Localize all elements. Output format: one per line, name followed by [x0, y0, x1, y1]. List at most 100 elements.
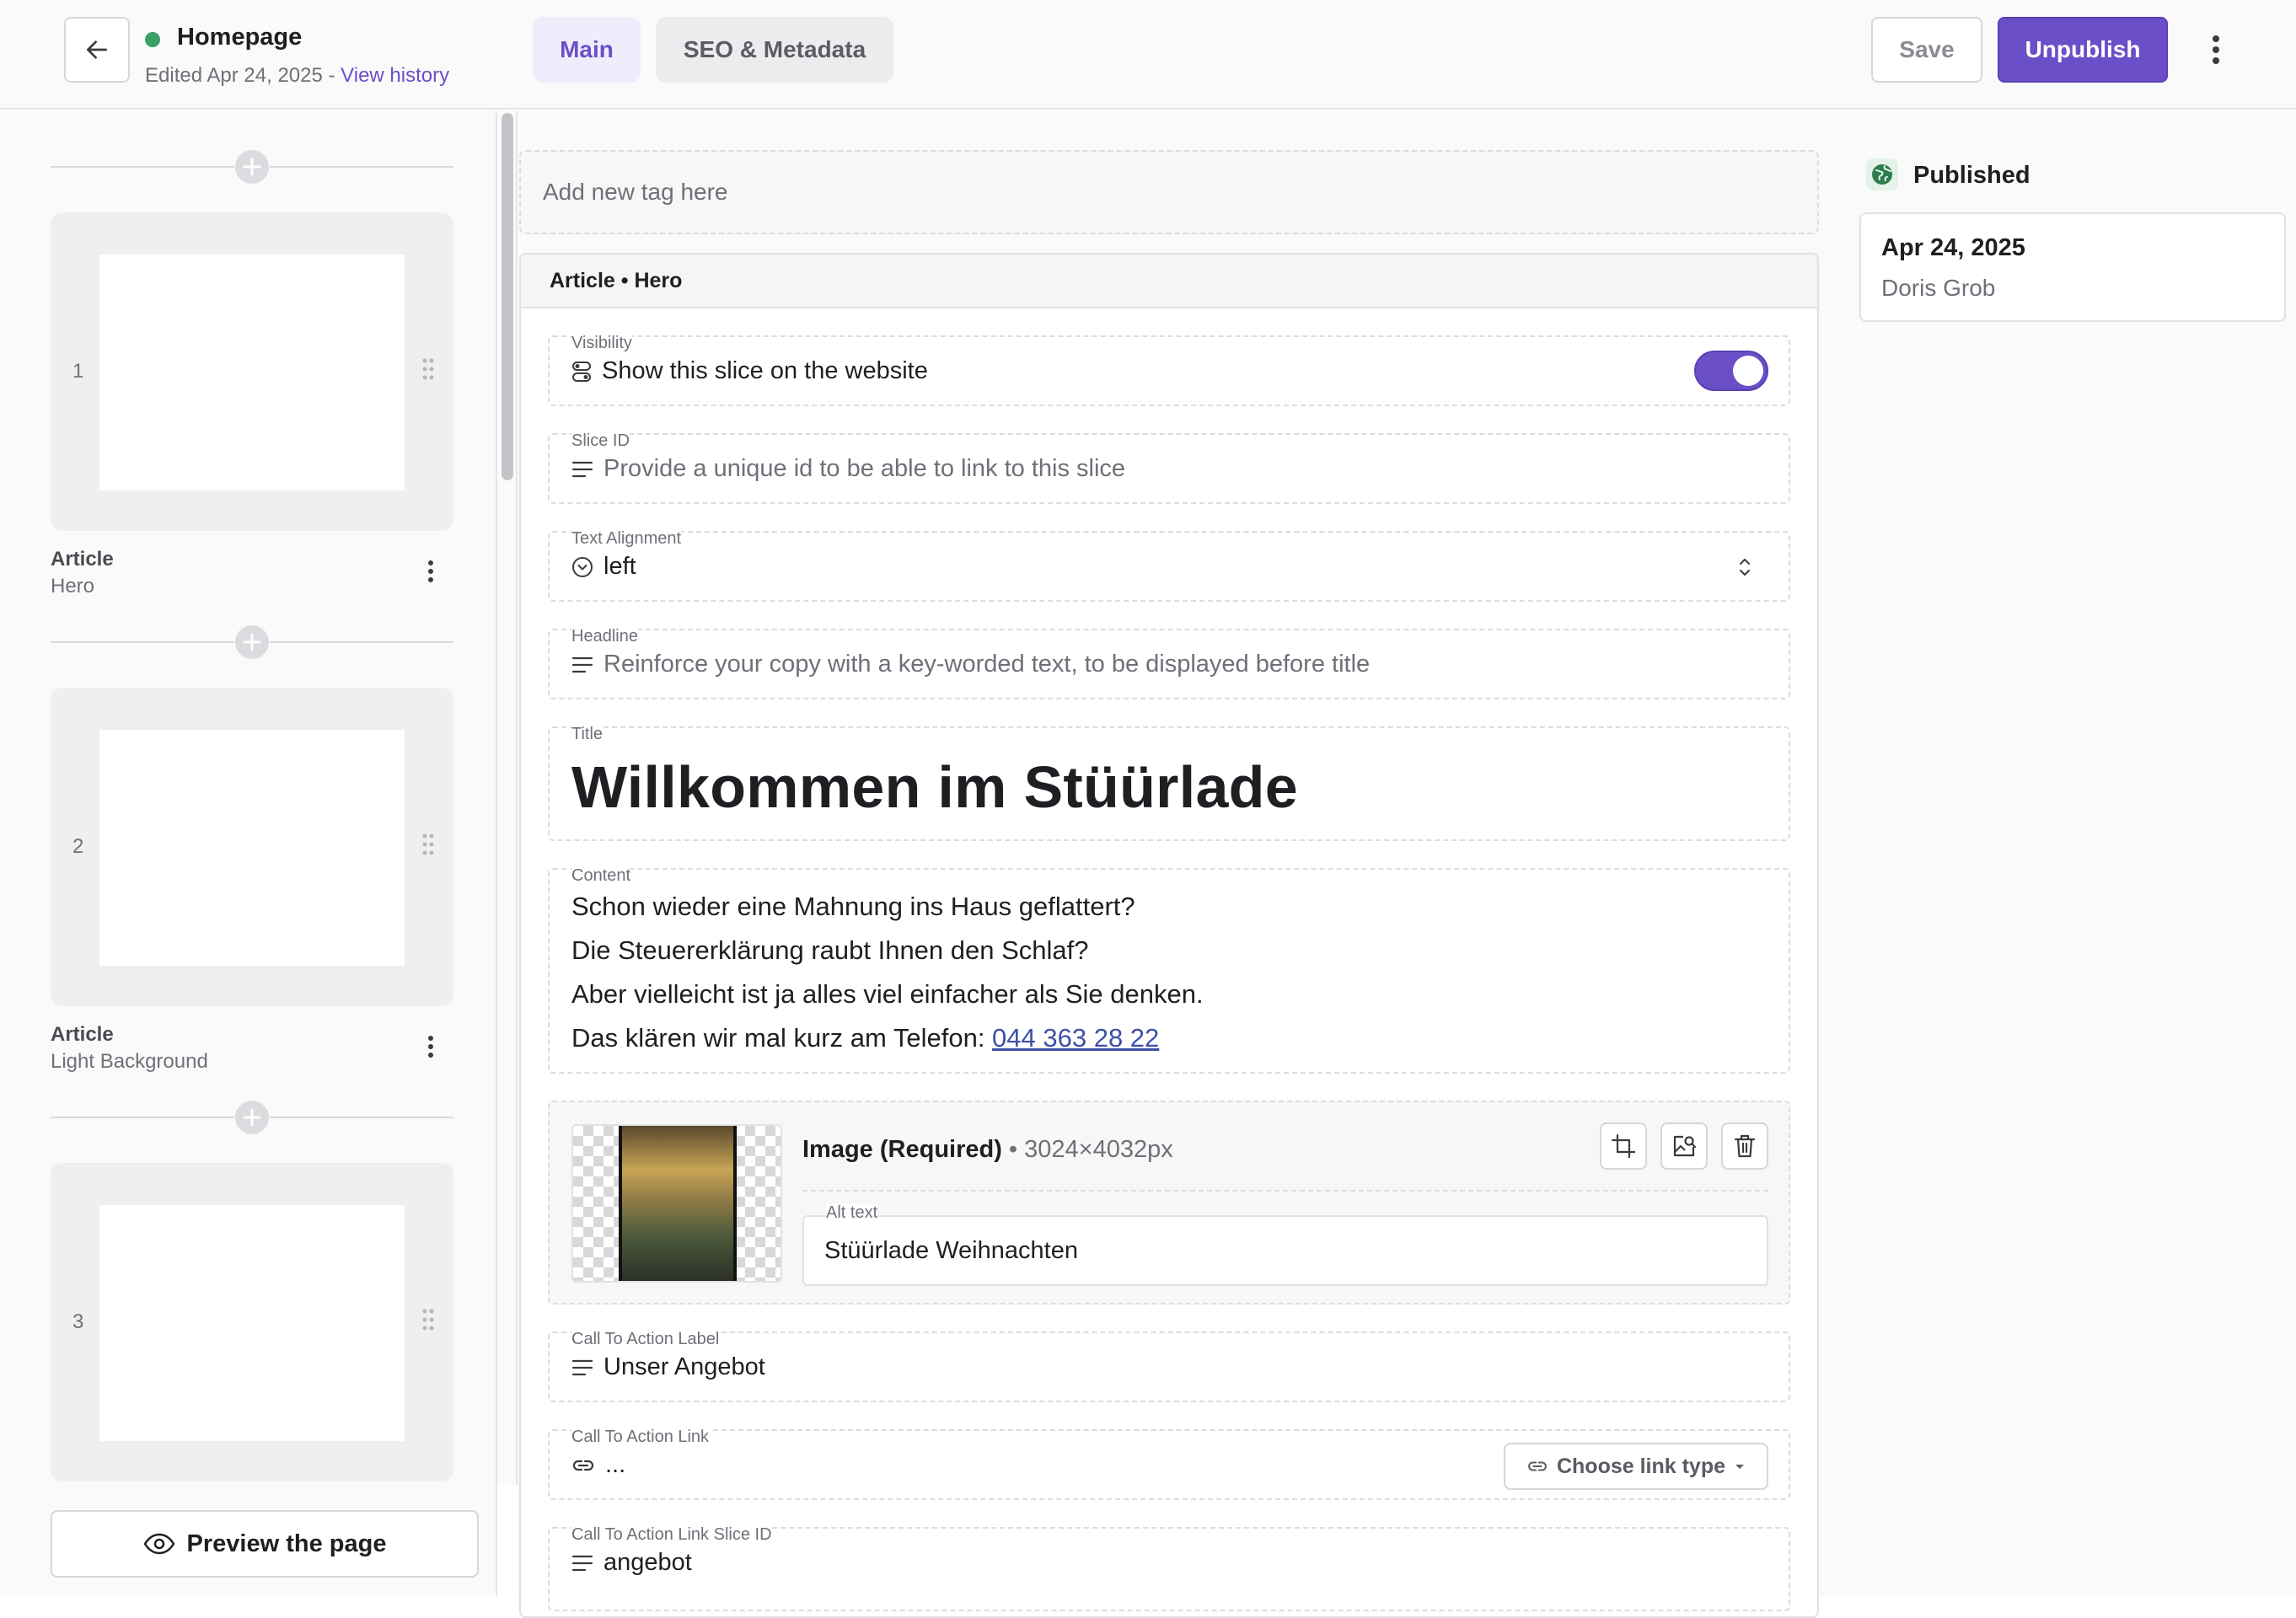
tab-main[interactable]: Main — [533, 17, 641, 83]
text-alignment-select[interactable]: Text Alignment left — [548, 529, 1790, 602]
edited-text: Edited Apr 24, 2025 - — [145, 64, 341, 87]
more-options-icon[interactable] — [2202, 30, 2230, 69]
add-slice-icon[interactable] — [235, 150, 269, 184]
headline-input[interactable]: Reinforce your copy with a key-worded te… — [604, 651, 1370, 678]
choose-link-type-label: Choose link type — [1556, 1454, 1726, 1478]
add-slice-divider — [51, 150, 453, 184]
slice-thumbnail — [99, 730, 405, 966]
content-line: Die Steuererklärung raubt Ihnen den Schl… — [571, 935, 1089, 965]
visibility-text: Show this slice on the website — [602, 357, 928, 384]
drag-handle-icon[interactable] — [421, 833, 435, 856]
field-label: Call To Action Link — [571, 1428, 710, 1447]
globe-icon — [1866, 158, 1898, 190]
drag-handle-icon[interactable] — [421, 357, 435, 381]
content-field[interactable]: Content Schon wieder eine Mahnung ins Ha… — [548, 866, 1790, 1074]
field-label: Text Alignment — [571, 529, 682, 549]
add-slice-icon[interactable] — [235, 625, 269, 659]
cta-label-value[interactable]: Unser Angebot — [604, 1353, 765, 1381]
unpublish-button[interactable]: Unpublish — [1998, 17, 2168, 83]
drag-handle-icon[interactable] — [421, 1308, 435, 1331]
image-thumbnail[interactable] — [571, 1124, 782, 1283]
cta-slice-id-field[interactable]: Call To Action Link Slice ID angebot — [548, 1525, 1790, 1611]
add-slice-divider — [51, 625, 453, 659]
visibility-field: Visibility Show this slice on the websit… — [548, 334, 1790, 406]
alt-text-value[interactable]: Stüürlade Weihnachten — [824, 1237, 1078, 1265]
slice-card-3[interactable]: 3 — [51, 1163, 453, 1481]
slice-id-field[interactable]: Slice ID Provide a unique id to be able … — [548, 431, 1790, 504]
field-label: Call To Action Label — [571, 1330, 720, 1349]
slice-header: Article • Hero — [519, 253, 1819, 308]
content-line: Schon wieder eine Mahnung ins Haus gefla… — [571, 892, 1135, 921]
field-label: Call To Action Link Slice ID — [571, 1525, 772, 1545]
cta-link-field: Call To Action Link ... Choose link type — [548, 1428, 1790, 1500]
cta-slice-id-value[interactable]: angebot — [604, 1549, 692, 1577]
title-field[interactable]: Title Willkommen im Stüürlade — [548, 725, 1790, 841]
phone-link[interactable]: 044 363 28 22 — [992, 1023, 1159, 1053]
field-label: Visibility — [571, 334, 632, 353]
title-value[interactable]: Willkommen im Stüürlade — [571, 753, 1298, 821]
slice-thumbnail — [99, 1205, 405, 1441]
slice-variant: Hero — [51, 575, 95, 597]
slice-card-1[interactable]: 1 — [51, 212, 453, 531]
status-panel — [1821, 111, 2296, 1596]
slice-name: Article — [51, 1023, 114, 1046]
arrow-left-icon — [83, 36, 110, 63]
eye-icon — [143, 1533, 175, 1555]
text-lines-icon — [571, 1554, 593, 1572]
field-label: Slice ID — [571, 431, 630, 451]
image-search-icon — [1671, 1133, 1697, 1159]
field-label: Content — [571, 866, 631, 886]
slice-more-icon[interactable] — [418, 555, 443, 588]
add-slice-divider — [51, 1101, 453, 1134]
select-circle-icon — [571, 556, 593, 578]
caret-down-icon — [1734, 1462, 1746, 1471]
slice-variant: Light Background — [51, 1050, 208, 1073]
toggle-icon — [571, 361, 592, 383]
visibility-toggle[interactable] — [1694, 351, 1768, 391]
status-dot — [145, 32, 160, 47]
slice-number: 2 — [72, 835, 84, 858]
slice-id-input[interactable]: Provide a unique id to be able to link t… — [604, 455, 1125, 483]
crop-button[interactable] — [1600, 1122, 1647, 1170]
link-icon — [1526, 1459, 1548, 1474]
sidebar-scrollbar-thumb[interactable] — [502, 113, 513, 480]
text-lines-icon — [571, 656, 593, 674]
field-label: Headline — [571, 627, 638, 646]
cta-link-value[interactable]: ... — [605, 1451, 625, 1479]
preview-label: Preview the page — [186, 1530, 387, 1557]
slice-name: Article — [51, 548, 114, 571]
choose-link-type-button[interactable]: Choose link type — [1504, 1443, 1768, 1490]
image-dimensions: 3024×4032px — [1024, 1136, 1173, 1163]
publish-user: Doris Grob — [1881, 275, 1996, 301]
delete-image-button[interactable] — [1721, 1122, 1768, 1170]
edited-info: Edited Apr 24, 2025 - View history — [145, 64, 449, 88]
top-bar: Homepage Edited Apr 24, 2025 - View hist… — [0, 0, 2296, 110]
published-label: Published — [1913, 162, 2030, 189]
storefront-photo — [619, 1126, 737, 1281]
content-rich-text[interactable]: Schon wieder eine Mahnung ins Haus gefla… — [571, 885, 1204, 1060]
preview-page-button[interactable]: Preview the page — [51, 1510, 479, 1578]
publish-date: Apr 24, 2025 — [1881, 234, 2025, 261]
headline-field[interactable]: Headline Reinforce your copy with a key-… — [548, 627, 1790, 699]
slice-card-2[interactable]: 2 — [51, 688, 453, 1006]
text-lines-icon — [571, 460, 593, 479]
field-label: Alt text — [826, 1203, 878, 1223]
chevron-up-down-icon — [1736, 555, 1753, 580]
replace-image-button[interactable] — [1660, 1122, 1708, 1170]
cta-label-field[interactable]: Call To Action Label Unser Angebot — [548, 1330, 1790, 1402]
alt-text-field[interactable]: Alt text Stüürlade Weihnachten — [802, 1203, 1768, 1286]
tag-input[interactable]: Add new tag here — [519, 150, 1819, 234]
publish-info-card: Apr 24, 2025 Doris Grob — [1859, 212, 2286, 322]
add-slice-icon[interactable] — [235, 1101, 269, 1134]
slice-number: 1 — [72, 360, 84, 383]
content-line: Aber vielleicht ist ja alles viel einfac… — [571, 979, 1204, 1009]
view-history-link[interactable]: View history — [341, 64, 449, 87]
text-lines-icon — [571, 1358, 593, 1377]
field-label: Title — [571, 725, 604, 744]
slice-more-icon[interactable] — [418, 1030, 443, 1063]
save-button[interactable]: Save — [1871, 17, 1982, 83]
slice-thumbnail — [99, 254, 405, 490]
tab-seo-metadata[interactable]: SEO & Metadata — [656, 17, 893, 83]
crop-icon — [1611, 1133, 1636, 1159]
back-button[interactable] — [64, 17, 130, 83]
